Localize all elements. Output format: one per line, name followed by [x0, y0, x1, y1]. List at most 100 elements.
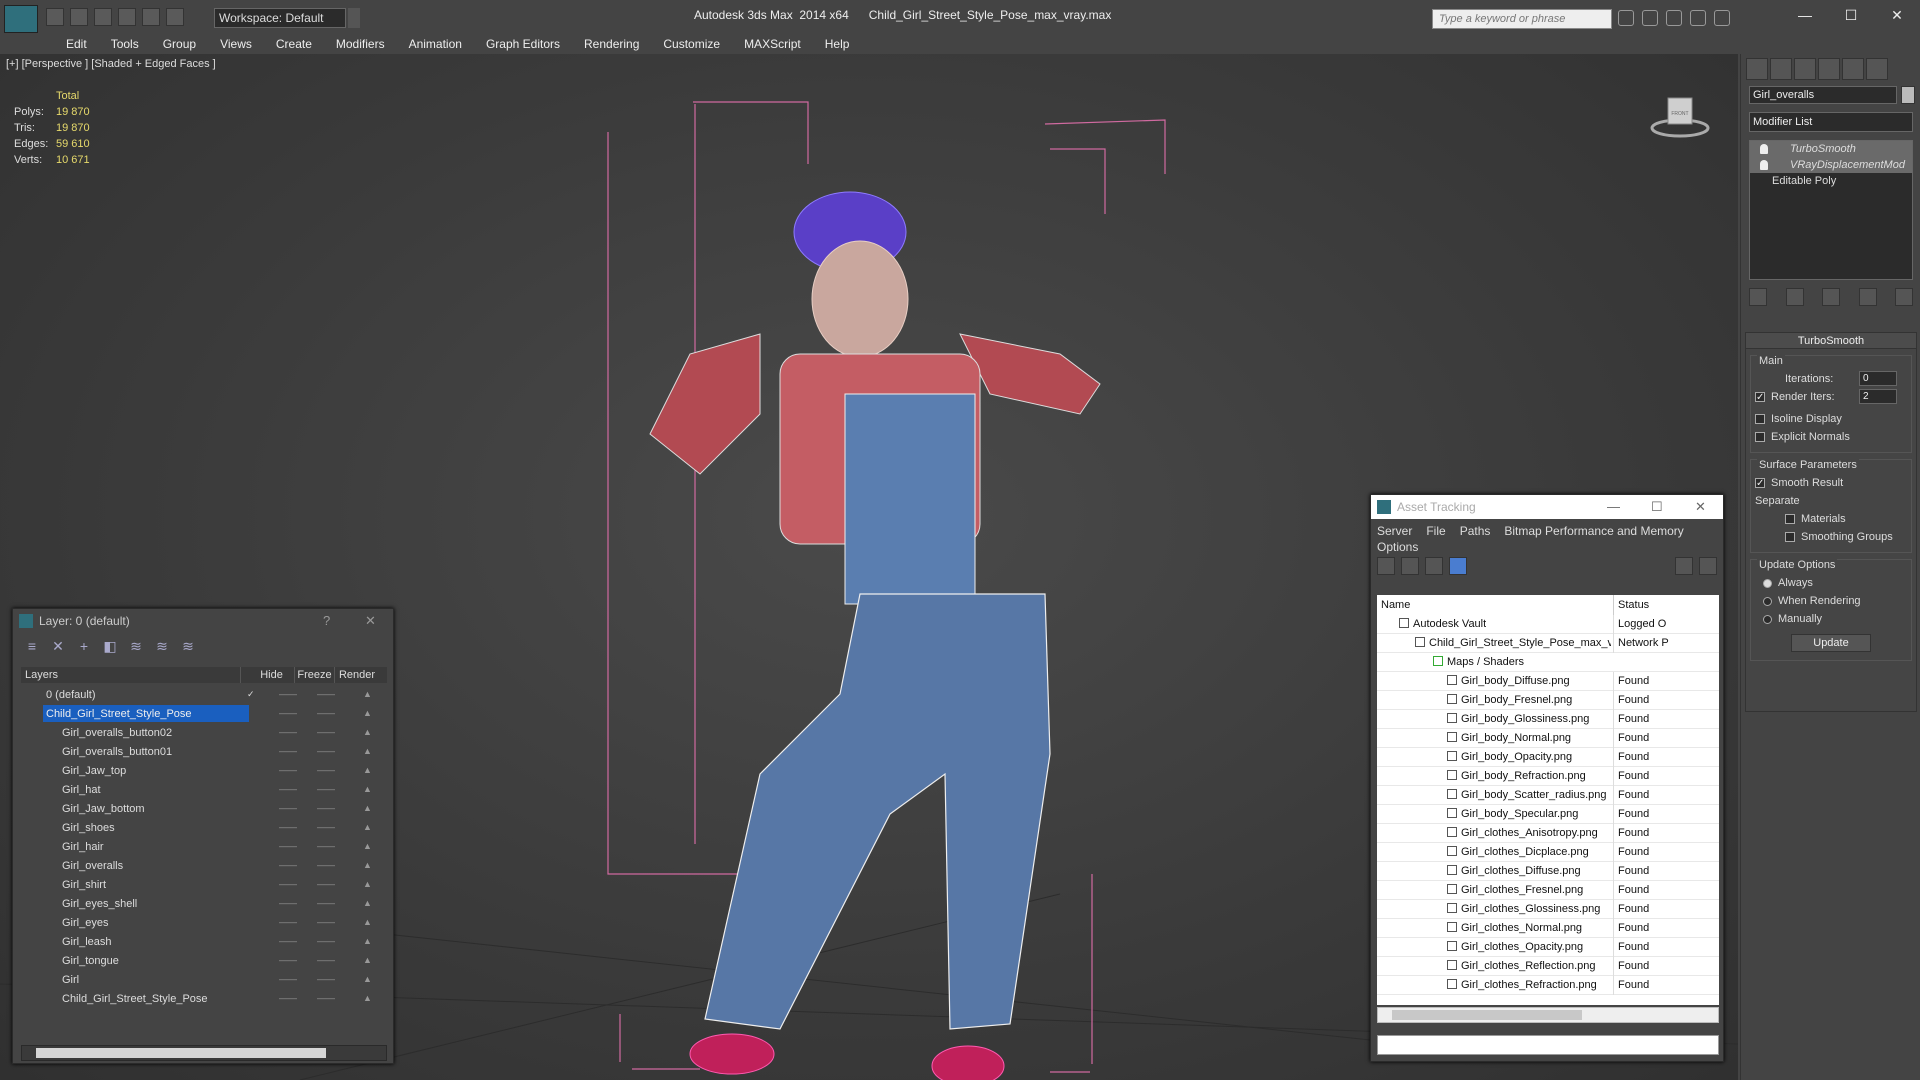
list-view-icon[interactable]: [1401, 557, 1419, 575]
create-tab-icon[interactable]: [1746, 58, 1768, 80]
explicit-normals-checkbox[interactable]: [1755, 432, 1765, 443]
show-end-result-icon[interactable]: [1785, 288, 1804, 306]
render-column-header[interactable]: Render: [335, 667, 379, 683]
layer-row[interactable]: Child_Girl_Street_Style_Pose —— —— ▲: [21, 989, 387, 1008]
close-button[interactable]: ✕: [365, 609, 376, 633]
binoculars-icon[interactable]: [1618, 10, 1634, 26]
layer-row[interactable]: Girl_leash —— —— ▲: [21, 932, 387, 951]
layer-row[interactable]: Girl_eyes_shell —— —— ▲: [21, 894, 387, 913]
workspace-dropdown[interactable]: Workspace: Default: [214, 8, 346, 28]
layer-row[interactable]: Girl_tongue —— —— ▲: [21, 951, 387, 970]
asset-row[interactable]: Autodesk Vault Logged O: [1377, 615, 1719, 634]
stack-item-turbosmooth[interactable]: TurboSmooth: [1750, 141, 1912, 157]
add-to-layer-icon[interactable]: +: [75, 637, 93, 655]
asset-row[interactable]: Girl_clothes_Opacity.png Found: [1377, 938, 1719, 957]
viewport-label[interactable]: [+] [Perspective ] [Shaded + Edged Faces…: [6, 58, 216, 70]
delete-layer-icon[interactable]: ✕: [49, 637, 67, 655]
asset-row[interactable]: Girl_body_Scatter_radius.png Found: [1377, 786, 1719, 805]
smooth-result-checkbox[interactable]: [1755, 475, 1765, 493]
asset-path-field[interactable]: [1377, 1035, 1719, 1055]
menu-maxscript[interactable]: MAXScript: [732, 34, 813, 54]
create-layer-icon[interactable]: ≡: [23, 637, 41, 655]
menu-paths[interactable]: Paths: [1460, 524, 1491, 538]
menu-views[interactable]: Views: [208, 34, 264, 54]
project-folder-icon[interactable]: [166, 8, 184, 26]
asset-row[interactable]: Girl_clothes_Dicplace.png Found: [1377, 843, 1719, 862]
layer-row[interactable]: Girl_shirt —— —— ▲: [21, 875, 387, 894]
menu-help[interactable]: Help: [813, 34, 862, 54]
minimize-button[interactable]: —: [1607, 495, 1620, 519]
menu-group[interactable]: Group: [151, 34, 208, 54]
freeze-all-layers-icon[interactable]: ≋: [179, 637, 197, 655]
asset-row[interactable]: Girl_body_Fresnel.png Found: [1377, 691, 1719, 710]
close-button[interactable]: ✕: [1874, 0, 1920, 30]
make-unique-icon[interactable]: [1822, 288, 1840, 306]
layer-row[interactable]: Girl_shoes —— —— ▲: [21, 818, 387, 837]
help-icon[interactable]: [1714, 10, 1730, 26]
asset-row[interactable]: Girl_body_Specular.png Found: [1377, 805, 1719, 824]
utilities-tab-icon[interactable]: [1866, 58, 1888, 80]
close-button[interactable]: ✕: [1695, 495, 1706, 519]
update-button[interactable]: Update: [1791, 634, 1871, 652]
render-iters-spinner[interactable]: 2: [1859, 389, 1897, 404]
asset-row[interactable]: Girl_clothes_Fresnel.png Found: [1377, 881, 1719, 900]
manually-radio[interactable]: [1763, 614, 1772, 624]
hierarchy-tab-icon[interactable]: [1794, 58, 1816, 80]
layer-row[interactable]: Girl_overalls_button01 —— —— ▲: [21, 742, 387, 761]
status-column-header[interactable]: Status: [1613, 595, 1719, 615]
lightbulb-icon[interactable]: [1760, 160, 1768, 170]
refresh-icon[interactable]: [1377, 557, 1395, 575]
layer-row[interactable]: Girl_overalls_button02 —— —— ▲: [21, 723, 387, 742]
thumbnail-view-icon[interactable]: [1425, 557, 1443, 575]
save-icon[interactable]: [94, 8, 112, 26]
rollout-title[interactable]: TurboSmooth: [1746, 333, 1916, 349]
configure-modifier-sets-icon[interactable]: [1895, 288, 1913, 306]
layers-column-header[interactable]: Layers: [21, 667, 241, 683]
help-icon[interactable]: [1675, 557, 1693, 575]
viewcube[interactable]: FRONT: [1650, 90, 1710, 140]
menu-server[interactable]: Server: [1377, 524, 1412, 538]
smoothing-groups-checkbox[interactable]: [1785, 532, 1795, 543]
menu-create[interactable]: Create: [264, 34, 324, 54]
highlight-layer-icon[interactable]: ≋: [127, 637, 145, 655]
horizontal-scrollbar[interactable]: [21, 1045, 387, 1061]
menu-options[interactable]: Options: [1377, 540, 1418, 554]
layer-window-titlebar[interactable]: Layer: 0 (default) ? ✕: [13, 609, 393, 633]
layer-row[interactable]: Girl_eyes —— —— ▲: [21, 913, 387, 932]
name-column-header[interactable]: Name: [1381, 595, 1410, 615]
layer-row[interactable]: Girl_Jaw_bottom —— —— ▲: [21, 799, 387, 818]
object-name-field[interactable]: Girl_overalls: [1749, 86, 1897, 104]
layer-row[interactable]: Girl_hair —— —— ▲: [21, 837, 387, 856]
select-in-layer-icon[interactable]: ◧: [101, 637, 119, 655]
communication-icon[interactable]: [1666, 10, 1682, 26]
asset-row[interactable]: Girl_body_Refraction.png Found: [1377, 767, 1719, 786]
layer-row[interactable]: Girl_Jaw_top —— —— ▲: [21, 761, 387, 780]
asset-row[interactable]: Child_Girl_Street_Style_Pose_max_vray.ma…: [1377, 634, 1719, 653]
menu-graph-editors[interactable]: Graph Editors: [474, 34, 572, 54]
lightbulb-icon[interactable]: [1760, 144, 1768, 154]
new-file-icon[interactable]: [46, 8, 64, 26]
search-input[interactable]: Type a keyword or phrase: [1432, 9, 1612, 29]
modify-tab-icon[interactable]: [1770, 58, 1792, 80]
stack-item-editable-poly[interactable]: Editable Poly: [1750, 173, 1912, 189]
open-file-icon[interactable]: [70, 8, 88, 26]
modifier-list-dropdown[interactable]: Modifier List: [1749, 112, 1913, 132]
redo-icon[interactable]: [142, 8, 160, 26]
menu-edit[interactable]: Edit: [54, 34, 99, 54]
asset-row[interactable]: Girl_clothes_Normal.png Found: [1377, 919, 1719, 938]
asset-row[interactable]: Girl_clothes_Anisotropy.png Found: [1377, 824, 1719, 843]
menu-tools[interactable]: Tools: [99, 34, 151, 54]
object-color-swatch[interactable]: [1901, 86, 1915, 104]
layer-row[interactable]: Girl —— —— ▲: [21, 970, 387, 989]
layer-row[interactable]: Girl_overalls —— —— ▲: [21, 856, 387, 875]
iterations-spinner[interactable]: 0: [1859, 371, 1897, 386]
isoline-display-checkbox[interactable]: [1755, 414, 1765, 425]
horizontal-scrollbar[interactable]: [1377, 1007, 1719, 1023]
highlight-icon[interactable]: [1699, 557, 1717, 575]
star-icon[interactable]: [1690, 10, 1706, 26]
minimize-button[interactable]: —: [1782, 0, 1828, 30]
app-menu-button[interactable]: [4, 5, 38, 33]
display-tab-icon[interactable]: [1842, 58, 1864, 80]
menu-customize[interactable]: Customize: [651, 34, 732, 54]
hide-column-header[interactable]: Hide: [249, 667, 295, 683]
